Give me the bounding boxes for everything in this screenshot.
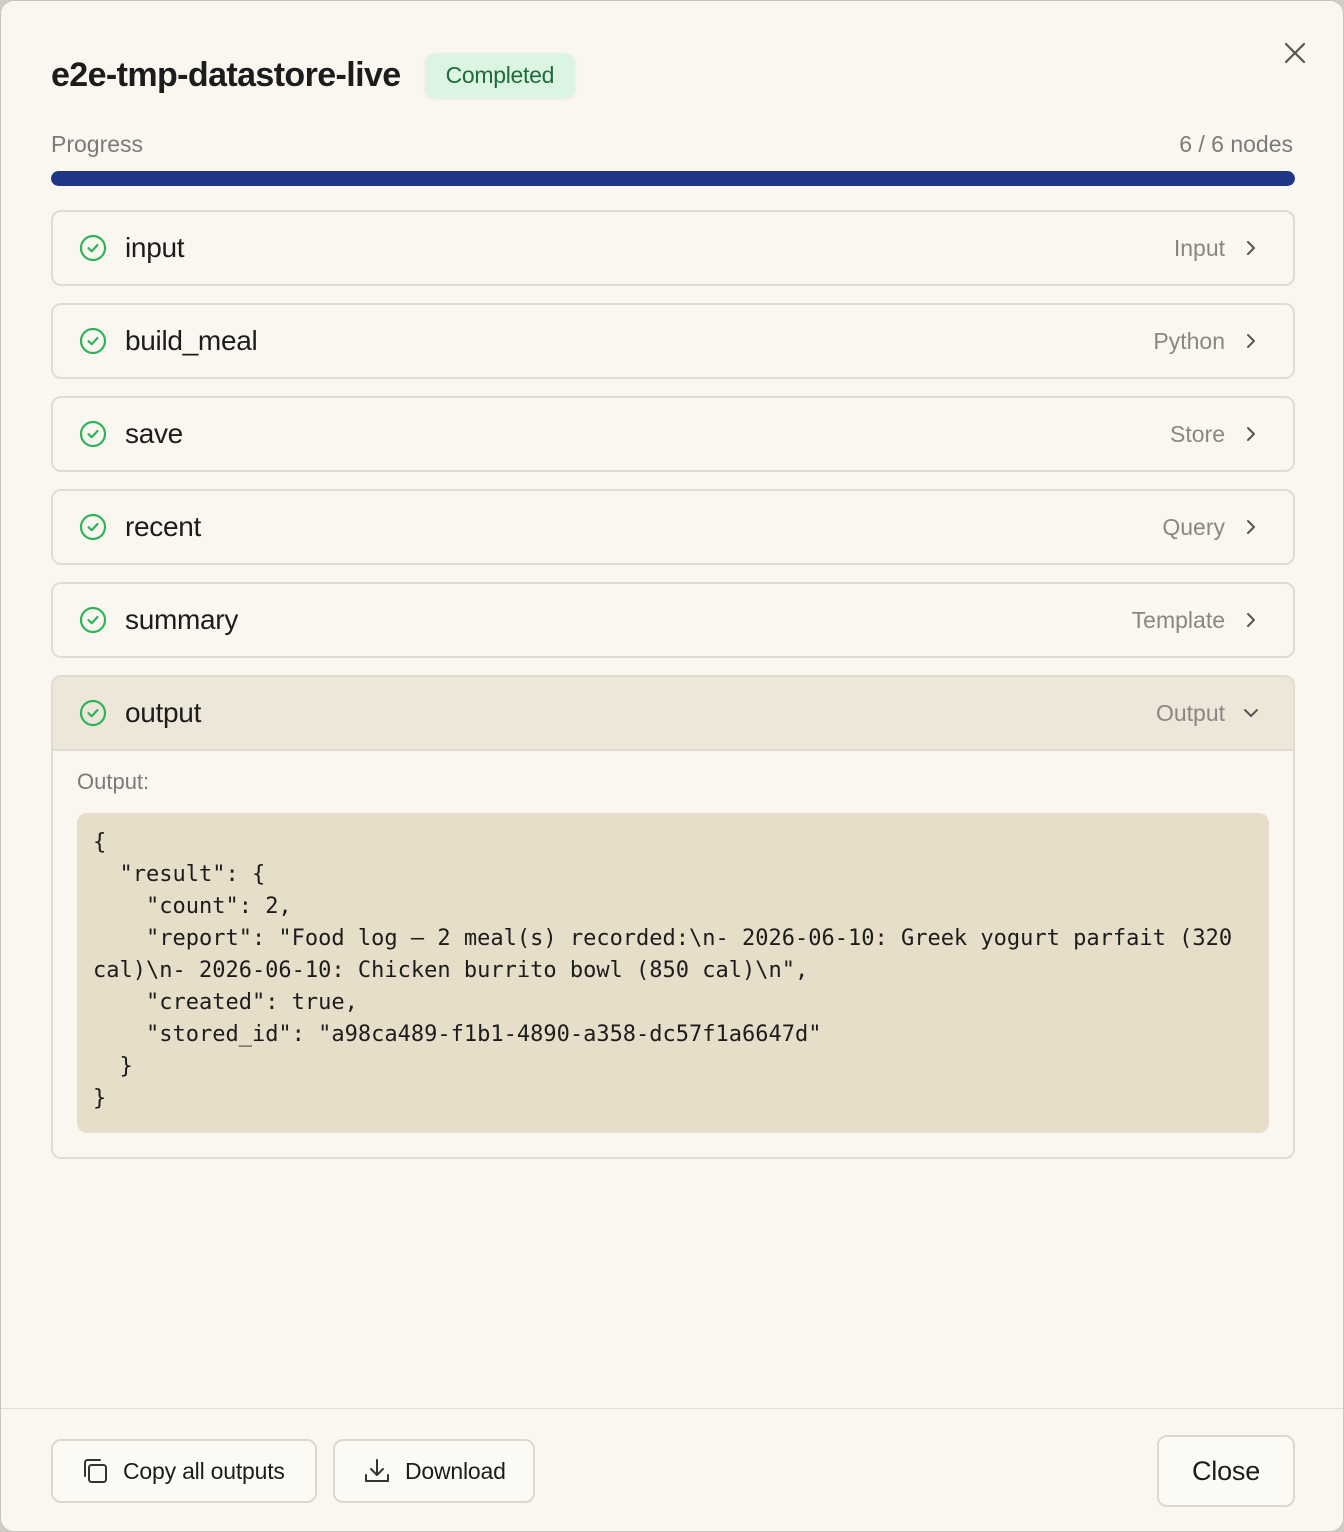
node-row-build-meal[interactable]: build_meal Python: [51, 303, 1295, 379]
download-icon: [365, 1459, 389, 1482]
copy-icon: [84, 1459, 107, 1483]
node-output-panel: Output: { "result": { "count": 2, "repor…: [53, 751, 1293, 1157]
node-row-output[interactable]: output Output Output: { "result": { "cou…: [51, 675, 1295, 1159]
chevron-down-icon: [1244, 709, 1258, 717]
node-list: input Input build_meal Python save Store…: [51, 210, 1295, 1176]
progress-bar-fill: [51, 171, 1295, 186]
progress-bar: [51, 171, 1295, 186]
close-button[interactable]: Close: [1157, 1435, 1295, 1507]
chevron-right-icon: [1247, 334, 1255, 348]
progress-label: Progress: [51, 131, 144, 157]
close-icon[interactable]: [1279, 37, 1311, 69]
chevron-right-icon: [1247, 520, 1255, 534]
node-name: save: [125, 418, 183, 449]
node-row-summary[interactable]: summary Template: [51, 582, 1295, 658]
node-name: summary: [125, 604, 239, 635]
status-badge: Completed: [424, 53, 576, 98]
node-name: output: [125, 697, 202, 728]
check-circle-icon: [79, 327, 107, 355]
node-header[interactable]: save Store: [53, 398, 1293, 470]
run-details-dialog: e2e-tmp-datastore-live Completed Progres…: [0, 0, 1344, 1532]
node-header[interactable]: recent Query: [53, 491, 1293, 563]
node-type: Output: [1155, 699, 1225, 726]
node-name: input: [125, 232, 185, 263]
download-button[interactable]: Download: [333, 1439, 535, 1503]
check-circle-icon: [79, 234, 107, 262]
close-button-label: Close: [1191, 1455, 1261, 1486]
node-header[interactable]: input Input: [53, 212, 1293, 284]
check-circle-icon: [79, 420, 107, 448]
output-code-block[interactable]: { "result": { "count": 2, "report": "Foo…: [77, 813, 1269, 1133]
node-type: Input: [1173, 234, 1225, 261]
node-header[interactable]: output Output: [53, 677, 1293, 751]
node-type: Template: [1131, 606, 1225, 633]
node-row-recent[interactable]: recent Query: [51, 489, 1295, 565]
dialog-header: e2e-tmp-datastore-live Completed: [51, 53, 576, 98]
check-circle-icon: [79, 513, 107, 541]
check-circle-icon: [79, 606, 107, 634]
node-type: Query: [1162, 513, 1225, 540]
copy-all-outputs-label: Copy all outputs: [123, 1457, 285, 1484]
chevron-right-icon: [1247, 613, 1255, 627]
dialog-footer: Copy all outputs Download Close: [1, 1408, 1343, 1531]
node-row-save[interactable]: save Store: [51, 396, 1295, 472]
dialog-title: e2e-tmp-datastore-live: [51, 56, 401, 94]
node-row-input[interactable]: input Input: [51, 210, 1295, 286]
node-header[interactable]: build_meal Python: [53, 305, 1293, 377]
output-label: Output:: [77, 769, 150, 794]
download-label: Download: [405, 1457, 506, 1484]
progress-count: 6 / 6 nodes: [1179, 131, 1293, 157]
node-type: Store: [1170, 420, 1225, 447]
node-header[interactable]: summary Template: [53, 584, 1293, 656]
check-circle-icon: [79, 699, 107, 727]
node-type: Python: [1153, 327, 1225, 354]
node-name: recent: [125, 511, 202, 542]
chevron-right-icon: [1247, 427, 1255, 441]
node-name: build_meal: [125, 325, 258, 356]
copy-all-outputs-button[interactable]: Copy all outputs: [51, 1439, 317, 1503]
chevron-right-icon: [1247, 241, 1255, 255]
